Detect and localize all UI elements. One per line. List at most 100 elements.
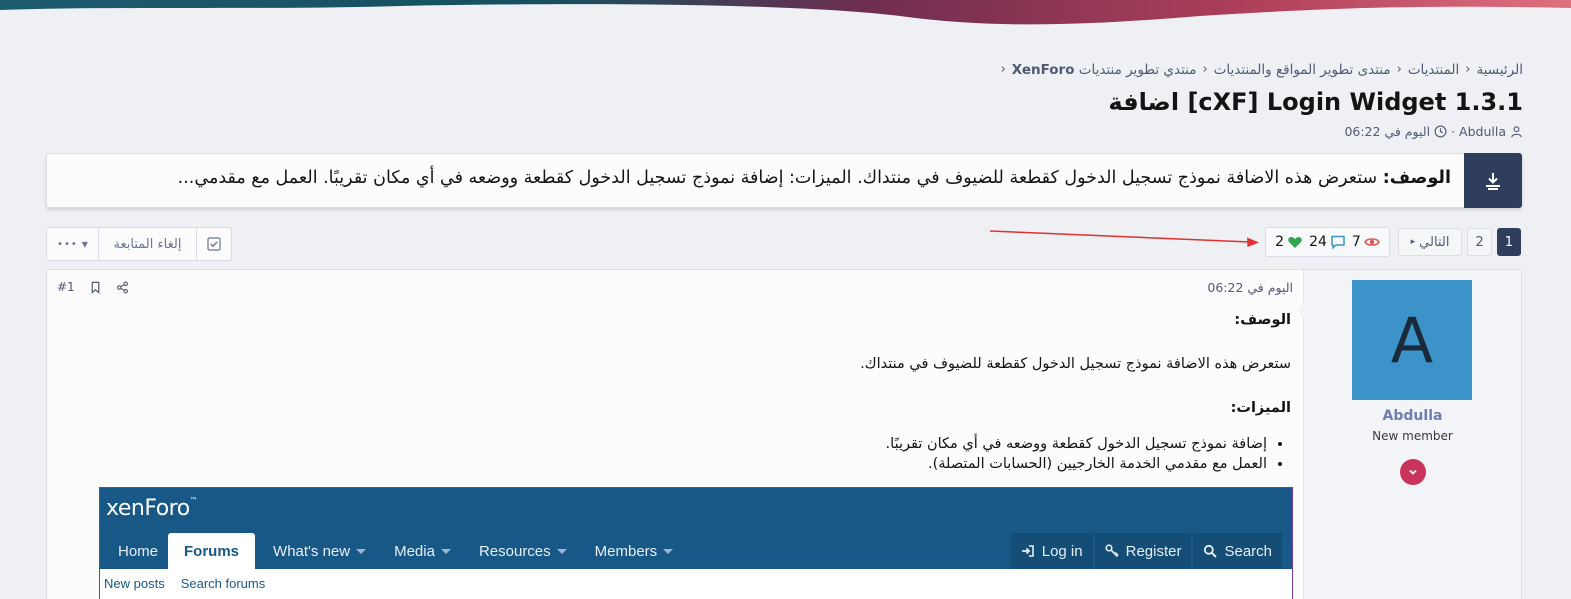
caret-down-icon [440,548,451,554]
description-text: الوصف: ستعرض هذه الاضافة نموذج تسجيل الد… [178,168,1451,188]
next-page-button[interactable]: التالي ▸ [1397,228,1463,256]
xf-tab-label: What's new [273,542,351,560]
thread-author[interactable]: Abdulla [1459,124,1506,139]
breadcrumb-xenforo-word: XenForo [1011,62,1075,78]
xf-tab-whats-new: What's new [255,533,376,569]
annotation-arrow [989,230,1259,247]
xf-tab-label: Media [394,542,435,560]
sign-in-icon [1021,545,1034,557]
xenforo-user-nav: Log in Register Search [1010,533,1282,569]
breadcrumb-xenforo[interactable]: منتدي تطوير منتديات XenForo [1012,62,1197,78]
post-header: اليوم في 06:22 #1 [47,270,1305,306]
select-checkbox-button[interactable] [197,228,231,260]
list-item: العمل مع مقدمي الخدمة الخارجيين (الحسابا… [251,454,1267,474]
user-icon [1511,126,1522,138]
caret-down-icon [556,548,567,554]
views-stat: 7 [1352,234,1380,250]
xf-search-label: Search [1224,542,1272,560]
description-banner: الوصف: ستعرض هذه الاضافة نموذج تسجيل الد… [46,153,1522,208]
breadcrumb-separator: ‹ [1396,62,1402,77]
caret-down-icon [663,548,674,554]
logo-part-a: xen [106,496,145,521]
breadcrumb: الرئيسية ‹ المنتديات ‹ منتدى تطوير الموا… [1001,62,1523,78]
logo-part-b: Foro [144,496,190,521]
page-2-button[interactable]: 2 [1467,228,1492,256]
post-user-sidebar: A Abdulla New member [1296,270,1521,599]
xenforo-screenshot-image[interactable]: xenForo™ Home Forums What's new Media Re… [99,487,1293,599]
more-options-button[interactable]: ••• ▼ [47,228,99,260]
xf-search: Search [1193,533,1282,569]
xf-tab-media: Media [376,533,461,569]
caret-down-icon [356,548,367,554]
xf-tab-label: Members [594,542,658,560]
xf-tab-resources: Resources [461,533,577,569]
key-icon [1105,544,1119,558]
post-tools: #1 [57,280,129,294]
next-page-label: التالي [1419,234,1450,250]
likes-count: 2 [1275,234,1285,250]
user-details-toggle[interactable] [1400,459,1426,485]
download-icon [1464,153,1522,208]
views-count: 7 [1351,234,1361,250]
thread-actions: ••• ▼ إلغاء المتابعة [46,227,232,261]
xenforo-logo: xenForo™ [106,496,198,521]
page-1-button[interactable]: 1 [1496,228,1521,256]
post-desc-heading: الوصف: [1234,312,1291,328]
pagination: 1 2 التالي ▸ [1397,228,1521,256]
post-username[interactable]: Abdulla [1304,408,1521,424]
more-options-label: ••• [57,238,78,250]
page-title: اضافة [cXF] Login Widget 1.3.1 [1108,88,1523,116]
xf-search-forums: Search forums [180,576,266,591]
meta-separator: · [1451,124,1456,139]
post-number[interactable]: #1 [57,280,75,294]
breadcrumb-webdev[interactable]: منتدى تطوير المواقع والمنتديات [1214,62,1391,78]
xf-tab-label: Resources [478,542,551,560]
checkbox-icon [207,237,221,251]
post-user-title: New member [1372,429,1453,443]
post-desc-text: ستعرض هذه الاضافة نموذج تسجيل الدخول كقط… [860,356,1291,372]
thread-meta: Abdulla · اليوم في 06:22 [1344,124,1523,139]
avatar[interactable]: A [1352,280,1472,400]
likes-stat: 2 [1275,234,1303,250]
xf-tab-members: Members [577,533,684,569]
breadcrumb-forums[interactable]: المنتديات [1408,62,1459,78]
unwatch-button[interactable]: إلغاء المتابعة [99,228,197,260]
description-label: الوصف: [1382,168,1451,188]
xf-register: Register [1094,533,1192,569]
xf-login-label: Log in [1041,542,1083,560]
post-body: الوصف: ستعرض هذه الاضافة نموذج تسجيل الد… [251,310,1291,474]
xenforo-nav: Home Forums What's new Media Resources M… [100,533,683,569]
trademark-mark: ™ [189,496,198,505]
post-date[interactable]: اليوم في 06:22 [1207,280,1293,295]
replies-stat: 24 [1309,234,1346,250]
xf-tab-forums: Forums [168,533,256,569]
share-icon[interactable] [116,281,129,294]
clock-icon [1434,125,1447,138]
xenforo-header: xenForo™ Home Forums What's new Media Re… [100,488,1292,569]
comment-icon [1331,235,1345,250]
chevron-down-icon: ▼ [81,239,88,249]
breadcrumb-separator: ‹ [1202,62,1208,77]
bookmark-icon[interactable] [89,281,102,294]
xf-tab-label: Forums [184,542,240,560]
xf-tab-label: Home [118,542,159,560]
eye-icon [1363,238,1380,246]
thread-stats: 2 24 7 [1265,227,1390,257]
xf-register-label: Register [1125,542,1182,560]
replies-count: 24 [1309,234,1327,250]
description-body: ستعرض هذه الاضافة نموذج تسجيل الدخول كقط… [177,168,1383,188]
xenforo-subnav: New posts Search forums [104,576,265,591]
breadcrumb-separator: ‹ [1000,62,1006,77]
chevron-down-icon [1409,469,1417,475]
xf-login: Log in [1010,533,1093,569]
chevron-right-icon: ▸ [1410,237,1416,247]
post-features-heading: الميزات: [1230,400,1291,416]
breadcrumb-home[interactable]: الرئيسية [1477,62,1524,78]
breadcrumb-separator: ‹ [1465,62,1471,77]
heart-icon [1288,237,1302,248]
search-icon [1204,544,1218,558]
features-list: إضافة نموذج تسجيل الدخول كقطعة ووضعه في … [251,434,1291,474]
xf-tab-home: Home [100,533,168,569]
list-item: إضافة نموذج تسجيل الدخول كقطعة ووضعه في … [251,434,1267,454]
xf-new-posts: New posts [104,576,165,591]
